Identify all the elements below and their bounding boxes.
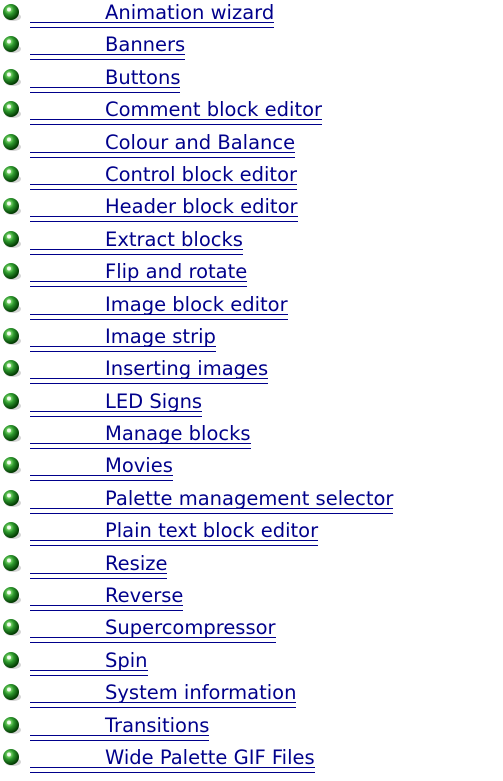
topic-label: Image block editor <box>105 292 288 316</box>
topic-link-spin[interactable]: Spin <box>30 648 148 676</box>
topic-link-image-block-editor[interactable]: Image block editor <box>30 292 288 320</box>
green-ball-bullet-icon <box>3 651 21 669</box>
topic-label: Plain text block editor <box>105 519 319 543</box>
green-ball-bullet-icon <box>3 101 21 119</box>
topic-list-item: Banners <box>0 32 503 64</box>
green-ball-bullet-icon <box>3 198 21 216</box>
topic-list-item: Extract blocks <box>0 227 503 259</box>
topic-list-item: Wide Palette GIF Files <box>0 745 503 777</box>
topic-label: Extract blocks <box>105 227 243 251</box>
green-ball-bullet-icon <box>3 748 21 766</box>
topic-list-item: Movies <box>0 453 503 485</box>
green-ball-bullet-icon <box>3 295 21 313</box>
topic-list-item: Palette management selector <box>0 486 503 518</box>
topic-label: Manage blocks <box>105 422 251 446</box>
green-ball-bullet-icon <box>3 684 21 702</box>
topic-link-resize[interactable]: Resize <box>30 551 168 579</box>
green-ball-bullet-icon <box>3 360 21 378</box>
topic-label: Banners <box>105 33 186 57</box>
topic-label: Palette management selector <box>105 486 394 510</box>
topic-list-item: Spin <box>0 648 503 680</box>
green-ball-bullet-icon <box>3 457 21 475</box>
topic-link-led-signs[interactable]: LED Signs <box>30 389 203 417</box>
topic-label: LED Signs <box>105 389 203 413</box>
topic-list-item: Reverse <box>0 583 503 615</box>
topic-list-item: Comment block editor <box>0 97 503 129</box>
topic-list-item: Transitions <box>0 713 503 745</box>
topic-link-banners[interactable]: Banners <box>30 33 186 61</box>
topic-list-item: System information <box>0 680 503 712</box>
green-ball-bullet-icon <box>3 716 21 734</box>
topic-label: Header block editor <box>105 195 298 219</box>
green-ball-bullet-icon <box>3 619 21 637</box>
green-ball-bullet-icon <box>3 554 21 572</box>
green-ball-bullet-icon <box>3 522 21 540</box>
topic-link-extract-blocks[interactable]: Extract blocks <box>30 227 243 255</box>
green-ball-bullet-icon <box>3 327 21 345</box>
green-ball-bullet-icon <box>3 36 21 54</box>
topic-link-flip-and-rotate[interactable]: Flip and rotate <box>30 260 248 288</box>
topic-link-manage-blocks[interactable]: Manage blocks <box>30 422 251 450</box>
topic-label: Reverse <box>105 584 184 608</box>
topic-label: Wide Palette GIF Files <box>105 745 315 769</box>
topic-link-transitions[interactable]: Transitions <box>30 713 210 741</box>
topic-list-item: Inserting images <box>0 356 503 388</box>
topic-label: Control block editor <box>105 162 298 186</box>
green-ball-bullet-icon <box>3 489 21 507</box>
topic-list-item: LED Signs <box>0 389 503 421</box>
topic-label: Inserting images <box>105 357 269 381</box>
topic-link-comment-block-editor[interactable]: Comment block editor <box>30 98 323 126</box>
topic-list-item: Flip and rotate <box>0 259 503 291</box>
green-ball-bullet-icon <box>3 165 21 183</box>
topic-list-item: Animation wizard <box>0 0 503 32</box>
topic-link-wide-palette-gif-files[interactable]: Wide Palette GIF Files <box>30 745 315 773</box>
topic-list-item: Image strip <box>0 324 503 356</box>
green-ball-bullet-icon <box>3 133 21 151</box>
green-ball-bullet-icon <box>3 68 21 86</box>
topic-link-buttons[interactable]: Buttons <box>30 65 181 93</box>
topic-label: Image strip <box>105 324 216 348</box>
topic-list-item: Header block editor <box>0 194 503 226</box>
topic-link-animation-wizard[interactable]: Animation wizard <box>30 1 275 28</box>
green-ball-bullet-icon <box>3 230 21 248</box>
topic-link-reverse[interactable]: Reverse <box>30 584 184 612</box>
topic-list-item: Supercompressor <box>0 615 503 647</box>
green-ball-bullet-icon <box>3 425 21 443</box>
topic-list-item: Colour and Balance <box>0 130 503 162</box>
topic-link-palette-management-selector[interactable]: Palette management selector <box>30 486 394 514</box>
topic-label: Movies <box>105 454 173 478</box>
topic-label: Buttons <box>105 65 181 89</box>
topic-label: Flip and rotate <box>105 260 248 284</box>
topic-link-movies[interactable]: Movies <box>30 454 173 482</box>
topic-list-item: Plain text block editor <box>0 518 503 550</box>
topic-link-system-information[interactable]: System information <box>30 681 297 709</box>
topic-list-item: Control block editor <box>0 162 503 194</box>
topic-label: Resize <box>105 551 168 575</box>
green-ball-bullet-icon <box>3 392 21 410</box>
topic-link-header-block-editor[interactable]: Header block editor <box>30 195 298 223</box>
topic-link-supercompressor[interactable]: Supercompressor <box>30 616 276 644</box>
topic-label: Transitions <box>105 713 210 737</box>
topic-list-item: Buttons <box>0 65 503 97</box>
topic-link-colour-and-balance[interactable]: Colour and Balance <box>30 130 296 158</box>
topic-list-item: Resize <box>0 551 503 583</box>
topic-label: Animation wizard <box>105 1 275 24</box>
topic-list-item: Manage blocks <box>0 421 503 453</box>
topic-link-control-block-editor[interactable]: Control block editor <box>30 162 298 190</box>
topic-label: Comment block editor <box>105 98 323 122</box>
topic-link-plain-text-block-editor[interactable]: Plain text block editor <box>30 519 319 547</box>
topic-label: Supercompressor <box>105 616 276 640</box>
help-topic-list: Animation wizard Banners Buttons Comment… <box>0 0 503 777</box>
topic-label: Colour and Balance <box>105 130 296 154</box>
topic-link-inserting-images[interactable]: Inserting images <box>30 357 269 385</box>
green-ball-bullet-icon <box>3 263 21 281</box>
topic-list-item: Image block editor <box>0 292 503 324</box>
green-ball-bullet-icon <box>3 4 21 21</box>
green-ball-bullet-icon <box>3 587 21 605</box>
topic-link-image-strip[interactable]: Image strip <box>30 324 216 352</box>
topic-label: System information <box>105 681 297 705</box>
topic-label: Spin <box>105 648 148 672</box>
